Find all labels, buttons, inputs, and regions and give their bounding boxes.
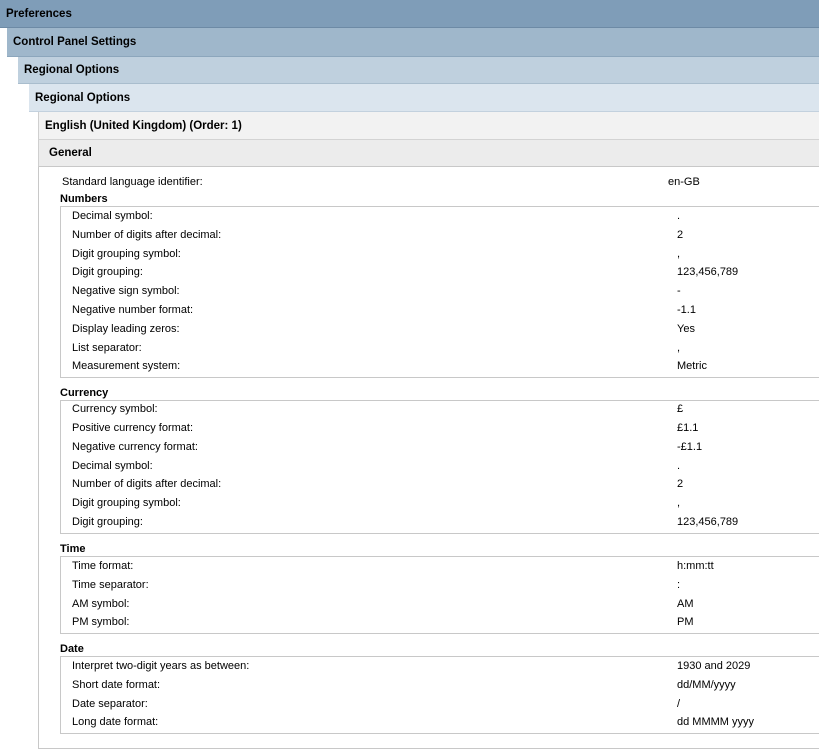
row-value: 2 — [677, 478, 684, 490]
table-row: Digit grouping symbol: , — [72, 495, 819, 513]
row-value: Yes — [677, 323, 695, 335]
row-value: £ — [677, 403, 684, 415]
row-value: 2 — [677, 229, 684, 241]
header-preferences-label: Preferences — [6, 7, 72, 20]
table-row: Time format: h:mm:tt — [72, 558, 819, 576]
table-row: Decimal symbol: . — [72, 458, 819, 476]
table-row: Decimal symbol: . — [72, 208, 819, 226]
header-regional-options[interactable]: Regional Options — [18, 57, 819, 84]
header-control-panel-settings-label: Control Panel Settings — [13, 36, 137, 48]
currency-group: Currency symbol: £ Positive currency for… — [60, 400, 819, 534]
header-english-uk-label: English (United Kingdom) (Order: 1) — [45, 119, 242, 132]
standard-language-value: en-GB — [668, 176, 700, 188]
table-row: Number of digits after decimal: 2 — [72, 227, 819, 245]
row-value: £1.1 — [677, 422, 699, 434]
row-value: PM — [677, 616, 694, 628]
header-general[interactable]: General — [38, 140, 819, 167]
section-title-date: Date — [60, 643, 84, 655]
row-value: Metric — [677, 360, 707, 372]
row-label: Short date format: — [72, 679, 161, 691]
standard-language-row: Standard language identifier: en-GB — [62, 176, 802, 190]
table-row: Negative number format: -1.1 — [72, 302, 819, 320]
row-label: Negative sign symbol: — [72, 285, 180, 297]
row-label: Number of digits after decimal: — [72, 229, 222, 241]
row-label: Display leading zeros: — [72, 323, 180, 335]
row-label: Digit grouping: — [72, 266, 143, 278]
row-label: AM symbol: — [72, 598, 130, 610]
header-preferences[interactable]: Preferences — [0, 0, 819, 28]
table-row: Time separator: : — [72, 577, 819, 595]
header-regional-options-sub-label: Regional Options — [35, 91, 131, 104]
numbers-group: Decimal symbol: . Number of digits after… — [60, 206, 819, 378]
table-row: Short date format: dd/MM/yyyy — [72, 677, 819, 695]
row-value: . — [677, 210, 681, 222]
row-value: . — [677, 460, 681, 472]
section-title-time: Time — [60, 543, 86, 555]
row-label: Date separator: — [72, 698, 148, 710]
row-value: AM — [677, 598, 694, 610]
header-general-label: General — [49, 147, 92, 159]
row-value: , — [677, 497, 681, 509]
row-label: Decimal symbol: — [72, 210, 153, 222]
row-value: - — [677, 285, 681, 297]
row-label: Digit grouping symbol: — [72, 248, 181, 260]
row-label: Positive currency format: — [72, 422, 194, 434]
row-value: h:mm:tt — [677, 560, 714, 572]
table-row: Digit grouping symbol: , — [72, 246, 819, 264]
row-label: Time format: — [72, 560, 134, 572]
row-label: Time separator: — [72, 579, 149, 591]
row-label: Negative currency format: — [72, 441, 198, 453]
row-label: PM symbol: — [72, 616, 130, 628]
table-row: Number of digits after decimal: 2 — [72, 476, 819, 494]
table-row: Positive currency format: £1.1 — [72, 420, 819, 438]
row-value: 1930 and 2029 — [677, 660, 751, 672]
row-label: Decimal symbol: — [72, 460, 153, 472]
table-row: Display leading zeros: Yes — [72, 321, 819, 339]
section-title-currency: Currency — [60, 387, 109, 399]
row-value: , — [677, 342, 681, 354]
row-value: / — [677, 698, 681, 710]
row-value: -£1.1 — [677, 441, 703, 453]
table-row: List separator: , — [72, 340, 819, 358]
row-value: 123,456,789 — [677, 516, 739, 528]
row-label: Digit grouping: — [72, 516, 143, 528]
table-row: Long date format: dd MMMM yyyy — [72, 714, 819, 732]
table-row: PM symbol: PM — [72, 614, 819, 632]
header-regional-options-sub[interactable]: Regional Options — [29, 84, 819, 112]
table-row: Digit grouping: 123,456,789 — [72, 514, 819, 532]
row-label: Digit grouping symbol: — [72, 497, 181, 509]
table-row: Digit grouping: 123,456,789 — [72, 264, 819, 282]
general-settings-panel: Standard language identifier: en-GB Numb… — [38, 167, 819, 749]
row-value: , — [677, 248, 681, 260]
table-row: Interpret two-digit years as between: 19… — [72, 658, 819, 676]
section-title-numbers: Numbers — [60, 193, 108, 205]
row-value: dd MMMM yyyy — [677, 716, 754, 728]
date-group: Interpret two-digit years as between: 19… — [60, 656, 819, 734]
row-value: 123,456,789 — [677, 266, 739, 278]
row-label: List separator: — [72, 342, 142, 354]
table-row: AM symbol: AM — [72, 596, 819, 614]
row-value: : — [677, 579, 681, 591]
time-group: Time format: h:mm:tt Time separator: : A… — [60, 556, 819, 634]
row-label: Negative number format: — [72, 304, 194, 316]
row-label: Measurement system: — [72, 360, 181, 372]
header-english-uk[interactable]: English (United Kingdom) (Order: 1) — [38, 112, 819, 140]
table-row: Negative currency format: -£1.1 — [72, 439, 819, 457]
standard-language-label: Standard language identifier: — [62, 176, 203, 188]
table-row: Negative sign symbol: - — [72, 283, 819, 301]
row-label: Interpret two-digit years as between: — [72, 660, 250, 672]
row-value: -1.1 — [677, 304, 696, 316]
header-regional-options-label: Regional Options — [24, 64, 120, 76]
row-value: dd/MM/yyyy — [677, 679, 736, 691]
header-control-panel-settings[interactable]: Control Panel Settings — [7, 28, 819, 57]
row-label: Currency symbol: — [72, 403, 158, 415]
table-row: Currency symbol: £ — [72, 401, 819, 419]
table-row: Date separator: / — [72, 696, 819, 714]
table-row: Measurement system: Metric — [72, 358, 819, 376]
preferences-report: Preferences Control Panel Settings Regio… — [0, 0, 819, 750]
row-label: Long date format: — [72, 716, 159, 728]
row-label: Number of digits after decimal: — [72, 478, 222, 490]
